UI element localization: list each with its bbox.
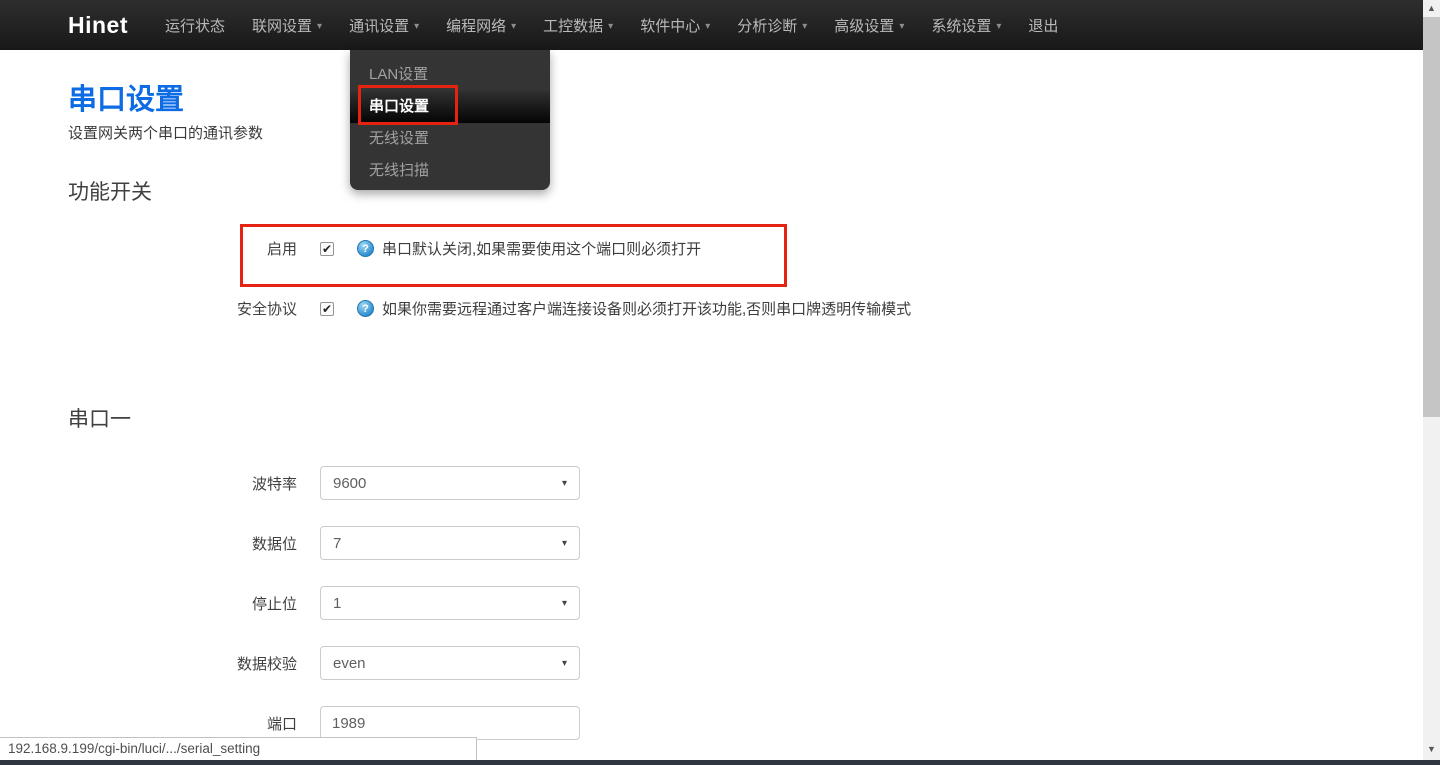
section-heading-switches: 功能开关 — [68, 181, 152, 204]
enable-checkbox[interactable]: ✔ — [320, 241, 334, 256]
nav-item-label: 编程网络 — [446, 17, 507, 35]
secure-protocol-label: 安全协议 — [236, 301, 297, 318]
nav-item-label: 软件中心 — [640, 17, 701, 35]
data-bits-label: 数据位 — [251, 535, 297, 553]
chevron-down-icon: ▾ — [705, 20, 711, 32]
help-icon: ? — [357, 240, 374, 257]
chevron-down-icon: ▾ — [996, 20, 1002, 32]
nav-item-logout[interactable]: 退出 — [1028, 15, 1058, 36]
select-value: even — [333, 654, 366, 672]
dropdown-item-wireless-settings[interactable]: 无线设置 — [350, 123, 550, 155]
parity-select[interactable]: even ▾ — [320, 646, 580, 680]
nav-item-programming-network[interactable]: 编程网络 ▾ — [446, 15, 516, 36]
parity-row: 数据校验 even ▾ — [68, 646, 580, 680]
secure-protocol-help-text: 如果你需要远程通过客户端连接设备则必须打开该功能,否则串口牌透明传输模式 — [382, 301, 912, 318]
port-input[interactable] — [320, 706, 580, 740]
nav-item-running-status[interactable]: 运行状态 — [165, 15, 225, 36]
dropdown-item-wireless-scan[interactable]: 无线扫描 — [350, 155, 550, 187]
chevron-down-icon: ▾ — [899, 20, 905, 32]
bottom-edge-strip — [0, 760, 1440, 765]
select-value: 1 — [333, 594, 342, 612]
baud-rate-select[interactable]: 9600 ▾ — [320, 466, 580, 500]
chevron-down-icon: ▾ — [608, 20, 614, 32]
dropdown-item-label: 串口设置 — [369, 98, 430, 115]
select-value: 7 — [333, 534, 342, 552]
port-label: 端口 — [266, 715, 297, 733]
enable-row: 启用 ✔ ? 串口默认关闭,如果需要使用这个端口则必须打开 — [68, 238, 701, 259]
top-navbar: Hinet 运行状态 联网设置 ▾ 通讯设置 ▾ 编程网络 ▾ 工控数据 ▾ 软… — [0, 0, 1423, 50]
port-row: 端口 — [68, 706, 580, 740]
main-nav: 运行状态 联网设置 ▾ 通讯设置 ▾ 编程网络 ▾ 工控数据 ▾ 软件中心 ▾ — [165, 15, 1058, 36]
router-admin-screen: Hinet 运行状态 联网设置 ▾ 通讯设置 ▾ 编程网络 ▾ 工控数据 ▾ 软… — [0, 0, 1440, 765]
data-bits-select[interactable]: 7 ▾ — [320, 526, 580, 560]
scroll-up-icon[interactable]: ▲ — [1423, 0, 1440, 17]
section-heading-serial1: 串口一 — [68, 408, 131, 431]
nav-item-comm-settings[interactable]: 通讯设置 ▾ — [349, 15, 419, 36]
chevron-down-icon: ▾ — [561, 657, 567, 669]
page-subtitle: 设置网关两个串口的通讯参数 — [68, 125, 264, 142]
nav-item-network-settings[interactable]: 联网设置 ▾ — [252, 15, 322, 36]
nav-item-industrial-data[interactable]: 工控数据 ▾ — [543, 15, 613, 36]
nav-item-label: 退出 — [1028, 17, 1059, 35]
nav-item-analysis-diagnosis[interactable]: 分析诊断 ▾ — [737, 15, 807, 36]
help-icon: ? — [357, 300, 374, 317]
status-url-tooltip: 192.168.9.199/cgi-bin/luci/.../serial_se… — [0, 737, 477, 761]
nav-item-label: 系统设置 — [931, 17, 992, 35]
enable-label: 启用 — [266, 241, 297, 258]
nav-item-label: 通讯设置 — [349, 17, 410, 35]
parity-label: 数据校验 — [236, 655, 297, 673]
stop-bits-row: 停止位 1 ▾ — [68, 586, 580, 620]
stop-bits-label: 停止位 — [251, 595, 297, 613]
select-value: 9600 — [333, 474, 367, 492]
chevron-down-icon: ▾ — [511, 20, 517, 32]
nav-item-label: 联网设置 — [252, 17, 313, 35]
chevron-down-icon: ▾ — [561, 597, 567, 609]
page-title: 串口设置 — [68, 84, 185, 116]
chevron-down-icon: ▾ — [317, 20, 323, 32]
nav-item-label: 运行状态 — [165, 17, 226, 35]
chevron-down-icon: ▾ — [561, 537, 567, 549]
secure-protocol-checkbox[interactable]: ✔ — [320, 301, 334, 316]
nav-item-label: 高级设置 — [834, 17, 895, 35]
baud-rate-row: 波特率 9600 ▾ — [68, 466, 580, 500]
vertical-scrollbar[interactable]: ▲ ▼ — [1423, 0, 1440, 765]
comm-settings-dropdown-menu: LAN设置 串口设置 无线设置 无线扫描 — [350, 50, 550, 190]
scroll-down-icon[interactable]: ▼ — [1423, 741, 1440, 758]
nav-item-advanced-settings[interactable]: 高级设置 ▾ — [834, 15, 904, 36]
chevron-down-icon: ▾ — [802, 20, 808, 32]
dropdown-item-lan-settings[interactable]: LAN设置 — [350, 59, 550, 91]
nav-item-system-settings[interactable]: 系统设置 ▾ — [931, 15, 1001, 36]
data-bits-row: 数据位 7 ▾ — [68, 526, 580, 560]
dropdown-item-serial-settings[interactable]: 串口设置 — [350, 85, 550, 125]
chevron-down-icon: ▾ — [414, 20, 420, 32]
chevron-down-icon: ▾ — [561, 477, 567, 489]
brand-logo[interactable]: Hinet — [68, 12, 128, 39]
nav-item-label: 分析诊断 — [737, 17, 798, 35]
enable-help-text: 串口默认关闭,如果需要使用这个端口则必须打开 — [382, 241, 702, 258]
baud-rate-label: 波特率 — [251, 475, 297, 493]
secure-protocol-row: 安全协议 ✔ ? 如果你需要远程通过客户端连接设备则必须打开该功能,否则串口牌透… — [68, 298, 911, 319]
stop-bits-select[interactable]: 1 ▾ — [320, 586, 580, 620]
nav-item-label: 工控数据 — [543, 17, 604, 35]
nav-item-software-center[interactable]: 软件中心 ▾ — [640, 15, 710, 36]
scrollbar-thumb[interactable] — [1423, 17, 1440, 417]
